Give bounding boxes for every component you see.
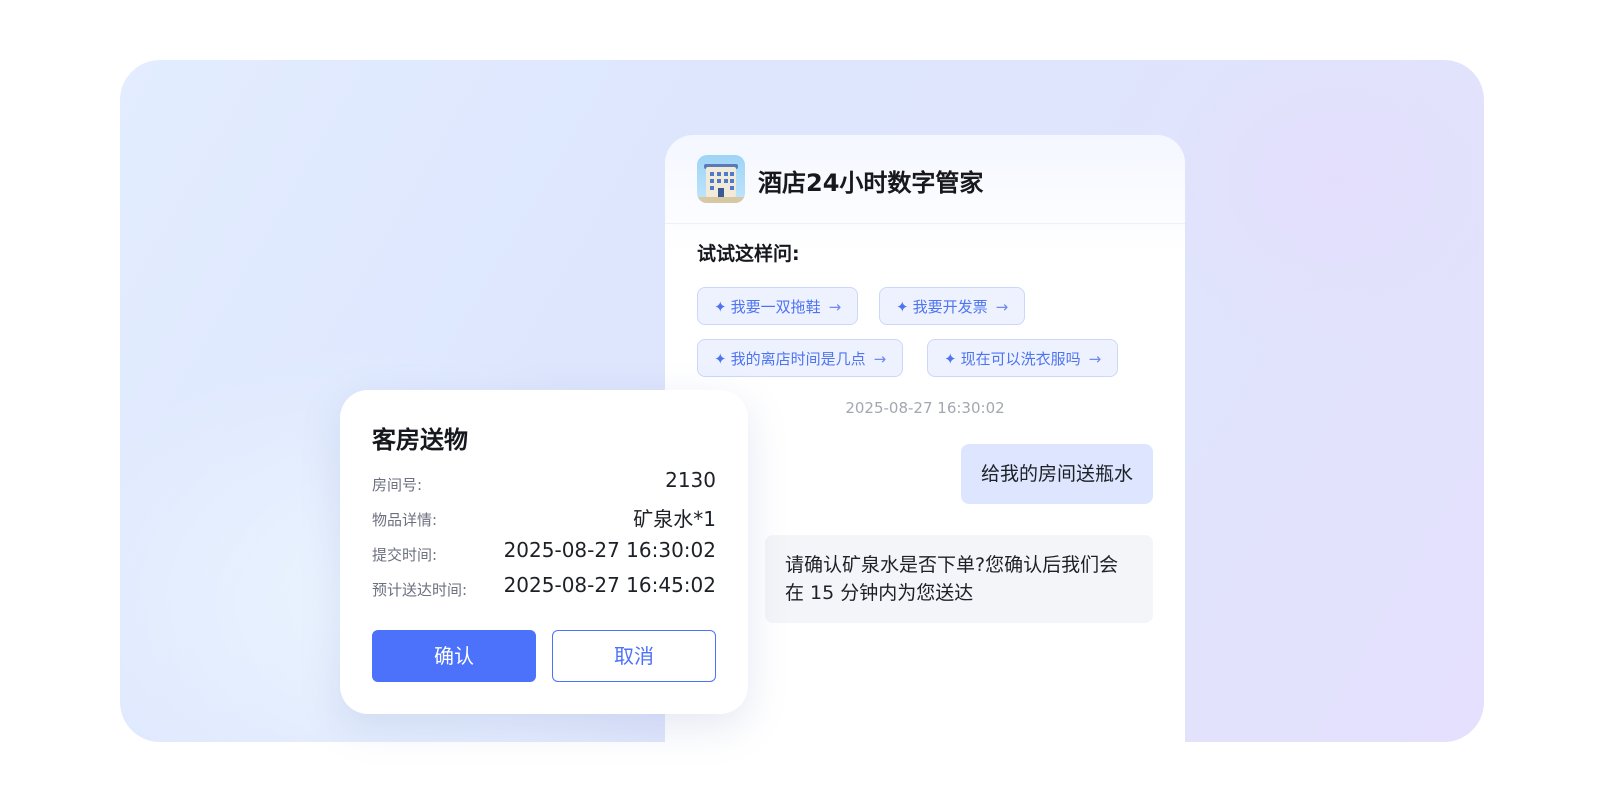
cancel-button[interactable]: 取消	[552, 630, 716, 682]
suggestion-chip-label: 我要一双拖鞋	[730, 298, 821, 316]
sparkle-icon: ✦	[896, 298, 909, 316]
suggestion-chip[interactable]: ✦ 我的离店时间是几点 →	[697, 339, 904, 377]
field-submit-time: 提交时间: 2025-08-27 16:30:02	[372, 538, 716, 568]
field-item-details: 物品详情: 矿泉水*1	[372, 503, 716, 533]
arrow-right-icon: →	[1088, 350, 1102, 368]
field-label: 物品详情:	[372, 511, 438, 529]
suggestion-chip-label: 我的离店时间是几点	[730, 350, 866, 368]
chat-title: 酒店24小时数字管家	[758, 169, 984, 197]
confirm-button[interactable]: 确认	[372, 630, 536, 682]
suggestion-chip-label: 我要开发票	[912, 298, 988, 316]
arrow-right-icon: →	[873, 350, 887, 368]
card-title: 客房送物	[372, 426, 468, 454]
field-value: 2025-08-27 16:30:02	[503, 538, 716, 562]
arrow-right-icon: →	[828, 298, 842, 316]
suggestion-chip-label: 现在可以洗衣服吗	[960, 350, 1081, 368]
field-value: 矿泉水*1	[633, 507, 716, 531]
field-label: 预计送达时间:	[372, 581, 468, 599]
arrow-right-icon: →	[995, 298, 1009, 316]
field-value: 2025-08-27 16:45:02	[503, 573, 716, 597]
suggestion-chip[interactable]: ✦ 现在可以洗衣服吗 →	[927, 339, 1119, 377]
suggestion-chip[interactable]: ✦ 我要开发票 →	[879, 287, 1026, 325]
field-estimated-delivery: 预计送达时间: 2025-08-27 16:45:02	[372, 573, 716, 603]
hotel-building-icon	[697, 155, 745, 203]
sparkle-icon: ✦	[714, 350, 727, 368]
user-message-bubble: 给我的房间送瓶水	[960, 444, 1153, 504]
field-label: 提交时间:	[372, 546, 438, 564]
suggestion-heading: 试试这样问:	[697, 243, 800, 265]
suggestion-chip[interactable]: ✦ 我要一双拖鞋 →	[697, 287, 859, 325]
sparkle-icon: ✦	[714, 298, 727, 316]
bot-message-bubble: 请确认矿泉水是否下单?您确认后我们会在 15 分钟内为您送达	[765, 535, 1153, 623]
field-room-number: 房间号: 2130	[372, 468, 716, 498]
room-delivery-card: 客房送物 房间号: 2130 物品详情: 矿泉水*1 提交时间: 2025-08…	[340, 390, 748, 714]
sparkle-icon: ✦	[944, 350, 957, 368]
chat-header: 酒店24小时数字管家	[665, 135, 1185, 224]
field-value: 2130	[665, 468, 716, 492]
field-label: 房间号:	[372, 476, 423, 494]
